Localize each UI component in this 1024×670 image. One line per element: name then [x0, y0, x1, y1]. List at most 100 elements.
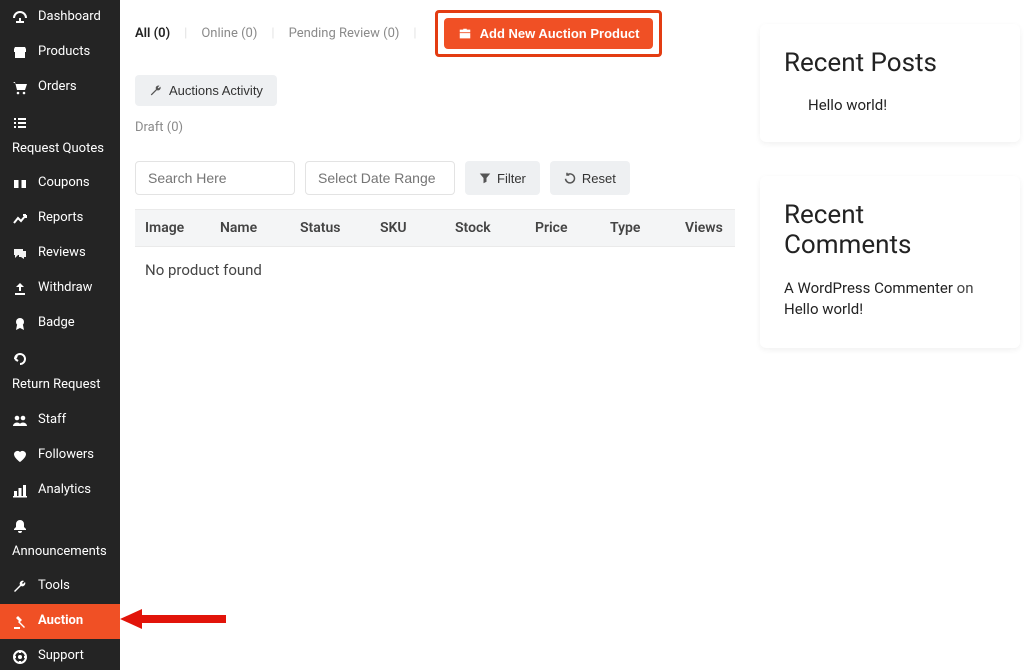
sidebar-item-label: Analytics: [38, 482, 110, 498]
status-filter-links-row2: Draft (0): [135, 120, 735, 135]
sidebar-item-badge[interactable]: Badge: [0, 306, 120, 341]
sidebar-item-followers[interactable]: Followers: [0, 438, 120, 473]
th-status: Status: [300, 220, 360, 236]
sidebar-item-label: Followers: [38, 447, 110, 463]
sidebar: Dashboard Products Orders Request Quotes…: [0, 0, 120, 670]
separator: |: [271, 26, 274, 41]
products-icon: [12, 45, 28, 61]
recent-posts-widget: Recent Posts Hello world!: [760, 24, 1020, 142]
tools-icon: [12, 579, 28, 595]
sidebar-item-label: Reviews: [38, 245, 110, 261]
highlight-annotation: Add New Auction Product: [435, 10, 663, 57]
sidebar-item-support[interactable]: Support: [0, 639, 120, 670]
filter-row: Filter Reset: [135, 161, 735, 195]
on-text: on: [957, 279, 974, 297]
sidebar-item-label: Auction: [38, 613, 110, 629]
filter-button[interactable]: Filter: [465, 161, 540, 195]
sidebar-item-coupons[interactable]: Coupons: [0, 166, 120, 201]
sidebar-item-announcements[interactable]: Announcements: [0, 508, 120, 569]
sidebar-item-label: Reports: [38, 210, 110, 226]
sidebar-item-label: Dashboard: [38, 9, 110, 25]
th-stock: Stock: [455, 220, 515, 236]
table-empty-message: No product found: [135, 247, 735, 293]
briefcase-icon: [458, 27, 472, 41]
recent-post-link[interactable]: Hello world!: [784, 96, 996, 114]
recent-comment-item: A WordPress Commenter on Hello world!: [784, 278, 996, 320]
separator: |: [184, 26, 187, 41]
sidebar-item-label: Return Request: [12, 377, 110, 393]
sidebar-item-auction[interactable]: Auction: [0, 604, 120, 639]
sidebar-item-return-request[interactable]: Return Request: [0, 341, 120, 402]
button-label: Filter: [497, 171, 526, 186]
status-filter-links: All (0) | Online (0) | Pending Review (0…: [135, 26, 417, 41]
sidebar-item-withdraw[interactable]: Withdraw: [0, 271, 120, 306]
sidebar-item-label: Request Quotes: [12, 141, 110, 157]
reviews-icon: [12, 246, 28, 262]
auctions-activity-button[interactable]: Auctions Activity: [135, 75, 277, 106]
th-price: Price: [535, 220, 590, 236]
auction-icon: [12, 614, 28, 630]
sidebar-item-label: Staff: [38, 412, 110, 428]
withdraw-icon: [12, 281, 28, 297]
followers-icon: [12, 448, 28, 464]
sidebar-item-dashboard[interactable]: Dashboard: [0, 0, 120, 35]
badge-icon: [12, 316, 28, 332]
search-input[interactable]: [135, 161, 295, 195]
button-label: Add New Auction Product: [480, 26, 640, 41]
wrench-icon: [149, 84, 163, 98]
filter-icon: [479, 172, 491, 184]
sidebar-item-tools[interactable]: Tools: [0, 569, 120, 604]
table-header-row: Image Name Status SKU Stock Price Type V…: [135, 209, 735, 247]
return-icon: [12, 351, 28, 367]
sidebar-item-label: Support: [38, 648, 110, 664]
th-type: Type: [610, 220, 665, 236]
status-link-pending[interactable]: Pending Review (0): [289, 26, 400, 41]
main-content: All (0) | Online (0) | Pending Review (0…: [135, 0, 735, 670]
orders-icon: [12, 80, 28, 96]
separator: |: [413, 26, 416, 41]
products-table: Image Name Status SKU Stock Price Type V…: [135, 209, 735, 293]
comment-post-link[interactable]: Hello world!: [784, 299, 996, 320]
button-label: Reset: [582, 171, 616, 186]
th-name: Name: [220, 220, 280, 236]
sidebar-item-label: Coupons: [38, 175, 110, 191]
sidebar-item-reports[interactable]: Reports: [0, 201, 120, 236]
status-link-online[interactable]: Online (0): [201, 26, 257, 41]
sidebar-item-label: Products: [38, 44, 110, 60]
sidebar-item-products[interactable]: Products: [0, 35, 120, 70]
add-new-auction-product-button[interactable]: Add New Auction Product: [444, 18, 654, 49]
th-views: Views: [685, 220, 745, 236]
status-link-draft[interactable]: Draft (0): [135, 120, 183, 135]
th-sku: SKU: [380, 220, 435, 236]
support-icon: [12, 649, 28, 665]
undo-icon: [564, 172, 576, 184]
analytics-icon: [12, 483, 28, 499]
right-sidebar: Recent Posts Hello world! Recent Comment…: [760, 0, 1020, 382]
sidebar-item-label: Announcements: [12, 544, 110, 560]
sidebar-item-analytics[interactable]: Analytics: [0, 473, 120, 508]
status-link-all[interactable]: All (0): [135, 26, 170, 41]
sidebar-item-orders[interactable]: Orders: [0, 70, 120, 105]
top-actions-row: All (0) | Online (0) | Pending Review (0…: [135, 10, 735, 106]
sidebar-item-label: Badge: [38, 315, 110, 331]
reset-button[interactable]: Reset: [550, 161, 630, 195]
th-image: Image: [145, 220, 200, 236]
sidebar-item-label: Withdraw: [38, 280, 110, 296]
sidebar-item-reviews[interactable]: Reviews: [0, 236, 120, 271]
sidebar-item-staff[interactable]: Staff: [0, 403, 120, 438]
staff-icon: [12, 413, 28, 429]
date-range-input[interactable]: [305, 161, 455, 195]
sidebar-item-request-quotes[interactable]: Request Quotes: [0, 105, 120, 166]
sidebar-item-label: Orders: [38, 79, 110, 95]
button-label: Auctions Activity: [169, 83, 263, 98]
reports-icon: [12, 211, 28, 227]
sidebar-item-label: Tools: [38, 578, 110, 594]
widget-title: Recent Posts: [784, 48, 996, 78]
recent-comments-widget: Recent Comments A WordPress Commenter on…: [760, 176, 1020, 348]
request-quotes-icon: [12, 115, 28, 131]
commenter-link[interactable]: A WordPress Commenter: [784, 279, 953, 297]
coupons-icon: [12, 176, 28, 192]
widget-title: Recent Comments: [784, 200, 996, 260]
announcements-icon: [12, 518, 28, 534]
dashboard-icon: [12, 10, 28, 26]
